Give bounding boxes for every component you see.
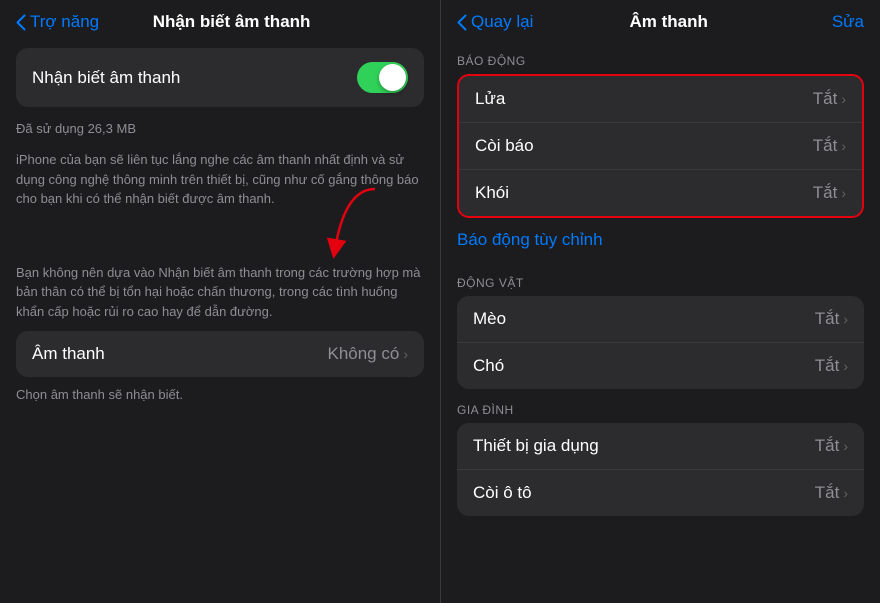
lua-right: Tắt › [813, 89, 846, 109]
right-nav-header: Quay lại Âm thanh Sửa [441, 0, 880, 40]
cho-chevron: › [843, 358, 848, 374]
cho-row[interactable]: Chó Tắt › [457, 343, 864, 389]
khoi-row[interactable]: Khói Tắt › [459, 170, 862, 216]
toggle-label: Nhận biết âm thanh [32, 68, 180, 88]
coi-o-to-chevron: › [843, 485, 848, 501]
bao-dong-section-label: BÁO ĐỘNG [441, 40, 880, 74]
left-back-label: Trợ năng [30, 12, 99, 32]
gia-dinh-group: Thiết bị gia dụng Tắt › Còi ô tô Tắt › [457, 423, 864, 516]
sound-hint: Chọn âm thanh sẽ nhận biết. [0, 381, 440, 402]
coi-bao-chevron: › [841, 138, 846, 154]
bao-dong-tuy-chinh-link[interactable]: Báo động tùy chỉnh [441, 218, 880, 262]
gia-dinh-section-label: GIA ĐÌNH [441, 389, 880, 423]
lua-value: Tắt [813, 89, 838, 109]
dong-vat-group: Mèo Tắt › Chó Tắt › [457, 296, 864, 389]
cho-value: Tắt [815, 356, 840, 376]
sound-row-right: Không có › [327, 344, 408, 364]
right-nav-action[interactable]: Sửa [804, 12, 864, 32]
left-panel: Trợ năng Nhận biết âm thanh Nhận biết âm… [0, 0, 440, 603]
sound-recognition-toggle[interactable] [357, 62, 408, 93]
cho-label: Chó [473, 356, 504, 376]
meo-label: Mèo [473, 309, 506, 329]
thiet-bi-gia-dung-label: Thiết bị gia dụng [473, 436, 599, 456]
sound-card: Âm thanh Không có › [16, 331, 424, 377]
dong-vat-section-label: ĐỘNG VẬT [441, 262, 880, 296]
thiet-bi-gia-dung-row[interactable]: Thiết bị gia dụng Tắt › [457, 423, 864, 470]
meo-value: Tắt [815, 309, 840, 329]
thiet-bi-gia-dung-right: Tắt › [815, 436, 848, 456]
coi-bao-label: Còi báo [475, 136, 534, 156]
sound-recognition-card: Nhận biết âm thanh [16, 48, 424, 107]
coi-bao-row[interactable]: Còi báo Tắt › [459, 123, 862, 170]
coi-o-to-label: Còi ô tô [473, 483, 532, 503]
right-back-label: Quay lại [471, 12, 533, 32]
red-arrow [315, 179, 385, 259]
khoi-chevron: › [841, 185, 846, 201]
right-panel: Quay lại Âm thanh Sửa BÁO ĐỘNG Lửa Tắt ›… [440, 0, 880, 603]
coi-bao-value: Tắt [813, 136, 838, 156]
meo-chevron: › [843, 311, 848, 327]
description-2: Bạn không nên dựa vào Nhận biết âm thanh… [0, 249, 440, 322]
right-back-button[interactable]: Quay lại [457, 12, 533, 32]
meo-row[interactable]: Mèo Tắt › [457, 296, 864, 343]
left-nav-title: Nhận biết âm thanh [99, 12, 364, 32]
sound-row[interactable]: Âm thanh Không có › [16, 331, 424, 377]
lua-chevron: › [841, 91, 846, 107]
coi-bao-right: Tắt › [813, 136, 846, 156]
cho-right: Tắt › [815, 356, 848, 376]
thiet-bi-gia-dung-chevron: › [843, 438, 848, 454]
khoi-value: Tắt [813, 183, 838, 203]
sound-row-value: Không có [327, 344, 399, 364]
thiet-bi-gia-dung-value: Tắt [815, 436, 840, 456]
left-nav-header: Trợ năng Nhận biết âm thanh [0, 0, 440, 40]
right-nav-title: Âm thanh [533, 12, 804, 32]
usage-text: Đã sử dụng 26,3 MB [0, 115, 440, 136]
lua-row[interactable]: Lửa Tắt › [459, 76, 862, 123]
sound-row-label: Âm thanh [32, 344, 105, 364]
khoi-right: Tắt › [813, 183, 846, 203]
sound-row-chevron: › [403, 346, 408, 362]
khoi-label: Khói [475, 183, 509, 203]
coi-o-to-value: Tắt [815, 483, 840, 503]
lua-label: Lửa [475, 89, 505, 109]
coi-o-to-right: Tắt › [815, 483, 848, 503]
coi-o-to-row[interactable]: Còi ô tô Tắt › [457, 470, 864, 516]
left-back-button[interactable]: Trợ năng [16, 12, 99, 32]
meo-right: Tắt › [815, 309, 848, 329]
bao-dong-group: Lửa Tắt › Còi báo Tắt › Khói Tắt › [457, 74, 864, 218]
